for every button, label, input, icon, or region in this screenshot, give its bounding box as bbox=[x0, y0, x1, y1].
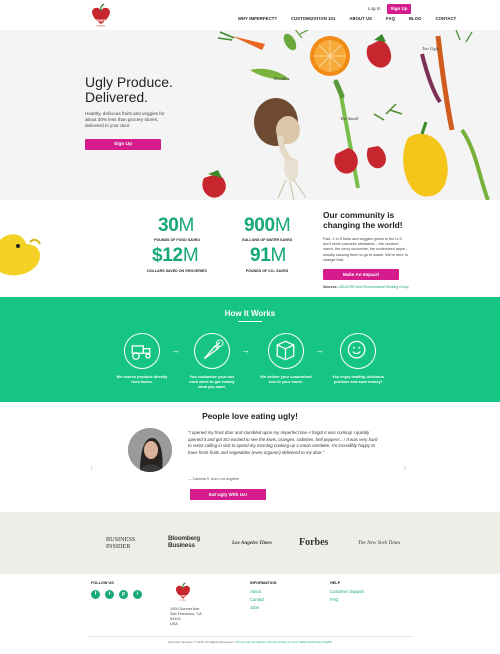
legal-links[interactable]: Terms and Conditions | Privacy Policy & … bbox=[236, 640, 332, 644]
stat-co2-label: POUNDS OF CO₂ SAVED bbox=[245, 269, 289, 273]
arrow-right-icon: → bbox=[315, 345, 324, 355]
main-nav: WHY IMPERFECT? CUSTOMIZATION 101 ABOUT U… bbox=[238, 16, 470, 21]
stat-dollars-label: DOLLARS SAVED ON GROCERIES bbox=[147, 269, 207, 273]
testimonial-author: — Camelia S. from Los Angeles bbox=[188, 477, 239, 481]
stat-food-label: POUNDS OF FOOD SAVED bbox=[154, 238, 200, 242]
press-business-insider: BUSINESS INSIDER bbox=[106, 536, 136, 550]
nav-why[interactable]: WHY IMPERFECT? bbox=[238, 16, 277, 21]
stat-water-label: GALLONS OF WATER SAVED bbox=[241, 238, 293, 242]
footer-divider bbox=[88, 636, 412, 637]
step-1-text: We source produce directly from farms. bbox=[116, 374, 168, 384]
information-heading: INFORMATION bbox=[250, 581, 277, 585]
chevron-left-icon[interactable]: ‹ bbox=[90, 462, 93, 473]
step-3-circle bbox=[268, 333, 304, 369]
footer-brand-sub: produce bbox=[179, 600, 187, 602]
stat-water-number: 900M bbox=[244, 215, 291, 236]
arrow-right-icon: → bbox=[171, 345, 180, 355]
pinterest-icon[interactable]: p bbox=[119, 590, 128, 599]
footer-link-jobs[interactable]: Jobs bbox=[250, 605, 259, 610]
hero-subtitle: Healthy, delicious fruits and veggies fo… bbox=[85, 111, 165, 128]
twitter-icon[interactable]: t bbox=[105, 590, 114, 599]
testimonial-quote: “I opened my front door and stumbled upo… bbox=[188, 430, 378, 455]
copyright: Imperfect produce © 2016. All Rights Res… bbox=[167, 640, 333, 644]
press-bloomberg: Bloomberg Business bbox=[168, 535, 200, 549]
community-text: Fact: 1 in 5 fruits and veggies grown in… bbox=[323, 237, 409, 262]
yellow-squash-image bbox=[0, 234, 41, 276]
nav-customization[interactable]: CUSTOMIZATION 101 bbox=[291, 16, 335, 21]
footer-link-faq[interactable]: FAQ bbox=[330, 597, 338, 602]
stat-co2-number: 91M bbox=[250, 245, 287, 266]
press-nyt: The New York Times bbox=[358, 540, 401, 546]
smiley-icon bbox=[347, 340, 366, 359]
brand-logo[interactable]: IMPERFECT produce bbox=[87, 3, 115, 27]
header-signup-button[interactable]: Sign Up bbox=[387, 4, 411, 14]
box-icon bbox=[276, 340, 295, 361]
how-divider bbox=[238, 321, 262, 322]
how-title: How It Works bbox=[224, 309, 276, 318]
step-1-circle bbox=[124, 333, 160, 369]
login-link[interactable]: Log In bbox=[368, 6, 381, 11]
customer-photo bbox=[128, 428, 172, 472]
hero-section: Doodles Too Small Too Ugly Ugly Produce.… bbox=[0, 30, 500, 200]
nav-contact[interactable]: CONTACT bbox=[435, 16, 456, 21]
produce-illustration: Doodles Too Small Too Ugly bbox=[202, 30, 490, 200]
community-title: Our community is changing the world! bbox=[323, 210, 403, 230]
doodle-label-doodles: Doodles bbox=[273, 76, 290, 81]
instagram-icon[interactable]: i bbox=[133, 590, 142, 599]
stat-food-number: 30M bbox=[158, 215, 195, 236]
brand-name: IMPERFECT bbox=[92, 19, 110, 23]
hero-signup-button[interactable]: Sign Up bbox=[85, 139, 161, 150]
make-impact-button[interactable]: Make An Impact! bbox=[323, 269, 399, 280]
stat-dollars-number: $12M bbox=[152, 245, 199, 266]
sources-line: Sources: USDA ERS and Environmental Work… bbox=[323, 285, 409, 289]
nav-about[interactable]: ABOUT US bbox=[349, 16, 372, 21]
step-4-circle bbox=[340, 333, 376, 369]
step-3-text: We deliver your customized box to your h… bbox=[260, 374, 312, 384]
avatar bbox=[128, 428, 172, 472]
help-heading: HELP bbox=[330, 581, 341, 585]
eat-ugly-button[interactable]: Eat Ugly With Us! bbox=[190, 489, 266, 500]
step-4-text: You enjoy healthy, delicious produce and… bbox=[332, 374, 384, 384]
doodle-label-too-small: Too Small bbox=[340, 116, 359, 121]
brand-sub: produce bbox=[96, 25, 106, 28]
carrot-icon bbox=[203, 339, 224, 360]
testimonial-title: People love eating ugly! bbox=[202, 411, 298, 421]
footer-link-about[interactable]: About bbox=[250, 589, 261, 594]
chevron-right-icon[interactable]: › bbox=[403, 462, 406, 473]
step-2-text: You customize your box each week to get … bbox=[189, 374, 235, 389]
tractor-icon bbox=[131, 345, 151, 360]
arrow-right-icon: → bbox=[241, 345, 250, 355]
sources-links[interactable]: USDA ERS and Environmental Working Group bbox=[338, 285, 408, 289]
hero-title: Ugly Produce. Delivered. bbox=[85, 74, 173, 105]
follow-us-heading: FOLLOW US bbox=[91, 581, 114, 585]
nav-faq[interactable]: FAQ bbox=[386, 16, 395, 21]
footer-link-contact[interactable]: Contact bbox=[250, 597, 264, 602]
site-header: IMPERFECT produce WHY IMPERFECT? CUSTOMI… bbox=[0, 0, 500, 30]
step-2-circle bbox=[194, 333, 230, 369]
press-forbes: Forbes bbox=[299, 537, 329, 548]
nav-blog[interactable]: BLOG bbox=[409, 16, 422, 21]
doodle-label-too-ugly: Too Ugly bbox=[422, 46, 440, 51]
company-address: 1000 Donner Ave. San Francisco, CA 94124… bbox=[170, 607, 202, 626]
facebook-icon[interactable]: f bbox=[91, 590, 100, 599]
press-la-times: Los Angeles Times bbox=[232, 540, 272, 546]
footer-logo[interactable]: IMPERFECT produce bbox=[172, 581, 194, 602]
footer-link-customer-support[interactable]: Customer Support bbox=[330, 589, 364, 594]
footer-brand-name: IMPERFECT bbox=[176, 595, 191, 598]
